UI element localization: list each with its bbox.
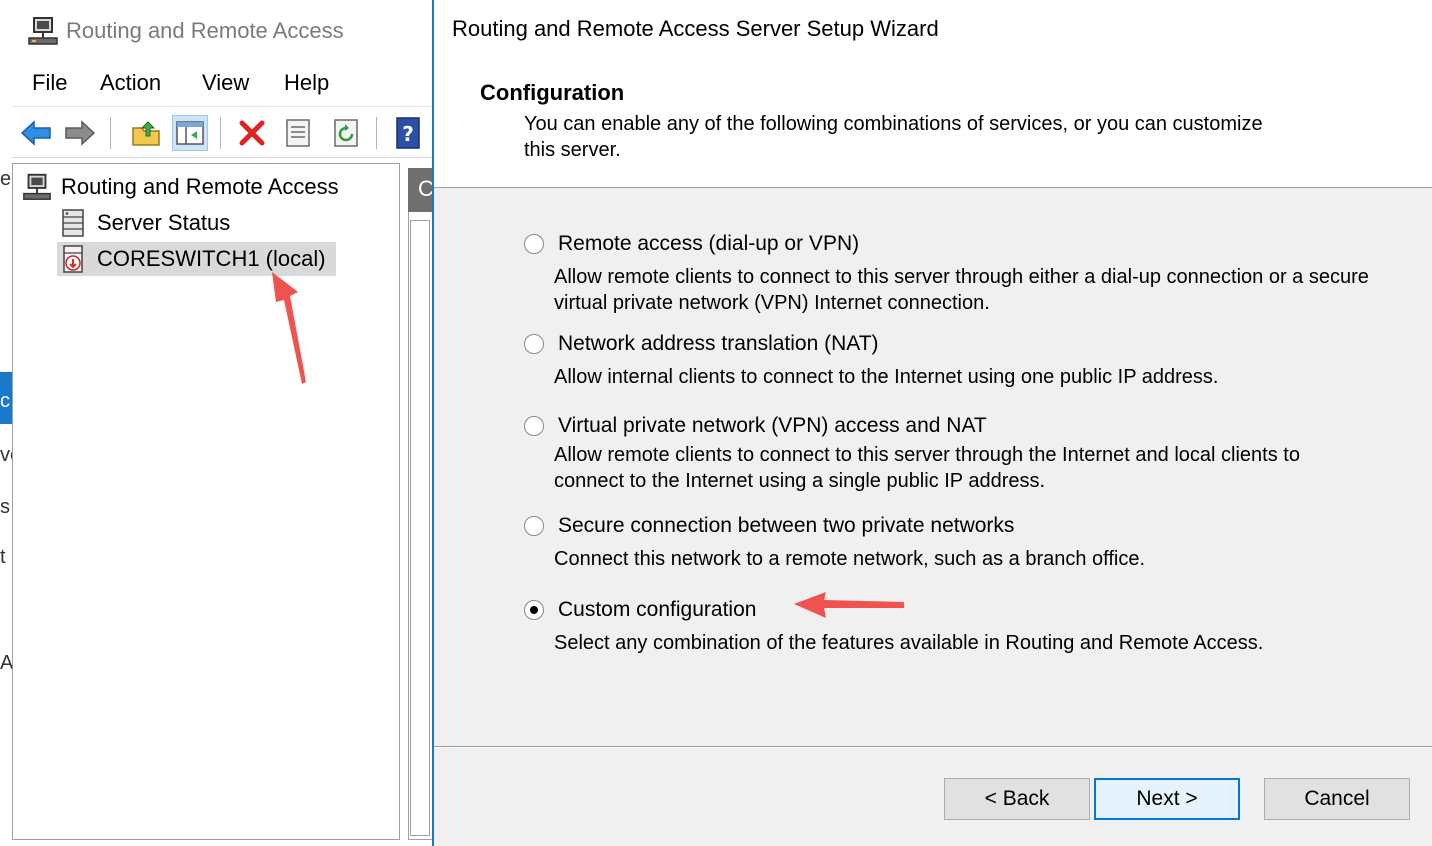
page-subtitle: You can enable any of the following comb… bbox=[524, 113, 1263, 161]
option-description: Allow remote clients to connect to this … bbox=[554, 444, 1300, 492]
results-pane: C bbox=[408, 168, 434, 840]
back-arrow-icon bbox=[20, 120, 51, 146]
next-button[interactable]: Next > bbox=[1094, 778, 1240, 820]
back-button[interactable]: < Back bbox=[944, 778, 1090, 820]
page-heading: Configuration bbox=[480, 80, 625, 105]
tree-item-label: Routing and Remote Access bbox=[61, 174, 339, 199]
menu-file[interactable]: File bbox=[32, 70, 67, 96]
background-text-fragment: ve bbox=[0, 444, 12, 466]
mmc-titlebar: Routing and Remote Access bbox=[12, 0, 432, 62]
delete-button[interactable] bbox=[234, 115, 270, 151]
wizard-header: Routing and Remote Access Server Setup W… bbox=[434, 0, 1432, 188]
routing-server-icon bbox=[28, 17, 58, 45]
option-custom-configuration: Custom configuration Select any combinat… bbox=[524, 596, 1384, 656]
option-vpn-and-nat: Virtual private network (VPN) access and… bbox=[524, 412, 1384, 494]
background-text-fragment: t bbox=[0, 546, 6, 568]
mmc-window: e c ve s t Ac Routing and Remote Access … bbox=[0, 0, 434, 846]
show-hide-console-tree-button[interactable] bbox=[172, 115, 208, 151]
back-button[interactable] bbox=[18, 115, 54, 151]
help-button[interactable]: ? bbox=[390, 115, 426, 151]
option-description: Allow internal clients to connect to the… bbox=[554, 366, 1219, 388]
option-label[interactable]: Virtual private network (VPN) access and… bbox=[558, 414, 987, 438]
radio-nat[interactable] bbox=[524, 334, 544, 354]
properties-icon bbox=[286, 119, 310, 147]
option-label[interactable]: Network address translation (NAT) bbox=[558, 332, 879, 356]
radio-custom-configuration[interactable] bbox=[524, 600, 544, 620]
option-description: Allow remote clients to connect to this … bbox=[554, 266, 1369, 314]
footer-divider-highlight bbox=[434, 747, 1432, 748]
menu-view[interactable]: View bbox=[202, 70, 249, 96]
tree-item-label: Server Status bbox=[97, 210, 231, 235]
tree-item-label: CORESWITCH1 (local) bbox=[97, 246, 326, 271]
option-description: Select any combination of the features a… bbox=[554, 632, 1264, 654]
toolbar: ? bbox=[12, 106, 432, 158]
forward-arrow-icon bbox=[65, 120, 96, 146]
tree-item-coreswitch1-local[interactable]: CORESWITCH1 (local) bbox=[57, 242, 336, 276]
option-secure-connection: Secure connection between two private ne… bbox=[524, 512, 1384, 572]
radio-remote-access[interactable] bbox=[524, 234, 544, 254]
cancel-button[interactable]: Cancel bbox=[1264, 778, 1410, 820]
background-text-fragment: s bbox=[0, 496, 10, 518]
toolbar-separator bbox=[376, 117, 377, 149]
refresh-icon bbox=[334, 119, 358, 147]
menu-action[interactable]: Action bbox=[100, 70, 161, 96]
option-label[interactable]: Custom configuration bbox=[558, 598, 756, 622]
menu-bar: File Action View Help bbox=[12, 62, 432, 106]
option-remote-access: Remote access (dial-up or VPN) Allow rem… bbox=[524, 230, 1384, 316]
app-title: Routing and Remote Access bbox=[66, 18, 344, 43]
delete-icon bbox=[239, 120, 265, 146]
tree-item-server-status[interactable]: Server Status bbox=[57, 206, 230, 240]
up-folder-icon bbox=[132, 121, 160, 146]
option-description: Connect this network to a remote network… bbox=[554, 548, 1146, 570]
routing-server-icon bbox=[23, 173, 51, 200]
console-tree: Routing and Remote Access Server Status … bbox=[12, 163, 400, 840]
setup-wizard-dialog: Routing and Remote Access Server Setup W… bbox=[432, 0, 1432, 846]
option-nat: Network address translation (NAT) Allow … bbox=[524, 330, 1384, 390]
background-text-fragment: Ac bbox=[0, 652, 12, 674]
toolbar-separator bbox=[220, 117, 221, 149]
results-pane-list bbox=[410, 220, 430, 836]
option-label[interactable]: Remote access (dial-up or VPN) bbox=[558, 232, 859, 256]
radio-secure-connection[interactable] bbox=[524, 516, 544, 536]
show-hide-console-tree-icon bbox=[176, 121, 204, 145]
tree-item-routing-and-remote-access[interactable]: Routing and Remote Access bbox=[21, 170, 339, 204]
refresh-button[interactable] bbox=[328, 115, 364, 151]
toolbar-separator bbox=[110, 117, 111, 149]
menu-help[interactable]: Help bbox=[284, 70, 329, 96]
background-text-fragment: e bbox=[0, 168, 12, 190]
radio-vpn-and-nat[interactable] bbox=[524, 416, 544, 436]
background-text-fragment: c bbox=[0, 390, 10, 412]
option-label[interactable]: Secure connection between two private ne… bbox=[558, 514, 1014, 538]
server-status-icon bbox=[62, 209, 84, 237]
svg-text:?: ? bbox=[402, 122, 414, 146]
up-one-level-button[interactable] bbox=[128, 115, 164, 151]
properties-button[interactable] bbox=[280, 115, 316, 151]
results-pane-header: C bbox=[408, 168, 434, 212]
wizard-title: Routing and Remote Access Server Setup W… bbox=[452, 16, 939, 41]
forward-button[interactable] bbox=[62, 115, 98, 151]
server-stopped-icon bbox=[63, 245, 83, 273]
help-icon: ? bbox=[396, 117, 420, 149]
